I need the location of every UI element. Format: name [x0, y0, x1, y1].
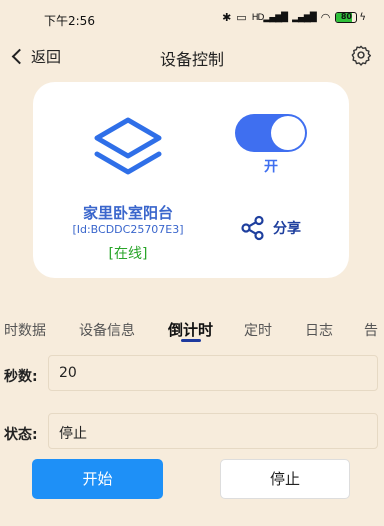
status-icons: ✱ ▭ HD▂▄▆█ ▂▄▆█ ◠ 80 ϟ: [222, 11, 366, 24]
tab-device-info[interactable]: 设备信息: [79, 320, 135, 340]
charging-icon: ϟ: [359, 12, 366, 23]
device-online-status: [在线]: [108, 246, 148, 262]
share-label: 分享: [273, 221, 301, 237]
device-name: 家里卧室阳台: [82, 204, 173, 222]
battery-text: 80: [340, 12, 352, 21]
state-label: 状态:: [4, 427, 38, 443]
share-icon: [241, 215, 264, 241]
vibrate-icon: ▭: [236, 11, 247, 24]
state-field: 停止: [48, 413, 378, 449]
wifi-icon: ◠: [320, 11, 331, 24]
power-toggle[interactable]: [235, 114, 307, 152]
status-time: 下午2:56: [44, 14, 95, 28]
status-bar: 下午2:56 ✱ ▭ HD▂▄▆█ ▂▄▆█ ◠ 80 ϟ: [0, 0, 384, 38]
battery-icon: 80 ϟ: [335, 12, 366, 23]
start-button[interactable]: 开始: [32, 459, 163, 499]
nav-bar: 返回 设备控制: [0, 38, 384, 74]
toggle-knob: [271, 116, 305, 150]
device-card: 家里卧室阳台 [Id:BCDDC25707E3] [在线] 开 分享: [33, 82, 349, 278]
layers-icon: [94, 117, 162, 175]
tab-countdown[interactable]: 倒计时: [168, 319, 213, 340]
tab-schedule[interactable]: 定时: [244, 320, 272, 340]
power-state-label: 开: [264, 159, 278, 175]
page-title: 设备控制: [159, 50, 224, 69]
share-button[interactable]: 分享: [240, 215, 301, 241]
bluetooth-icon: ✱: [222, 11, 232, 24]
seconds-label: 秒数:: [4, 369, 38, 385]
gear-icon[interactable]: [350, 44, 372, 66]
tab-alarm[interactable]: 告: [364, 320, 378, 340]
signal-icon: HD▂▄▆█: [251, 12, 288, 23]
device-id: [Id:BCDDC25707E3]: [72, 223, 184, 236]
tab-realtime-data[interactable]: 时数据: [4, 320, 46, 340]
active-tab-indicator: [181, 339, 201, 342]
seconds-input[interactable]: 20: [48, 355, 378, 391]
tab-log[interactable]: 日志: [305, 320, 333, 340]
signal-2-icon: ▂▄▆█: [292, 12, 317, 23]
signal-label: HD: [251, 12, 265, 23]
stop-button[interactable]: 停止: [220, 459, 350, 499]
